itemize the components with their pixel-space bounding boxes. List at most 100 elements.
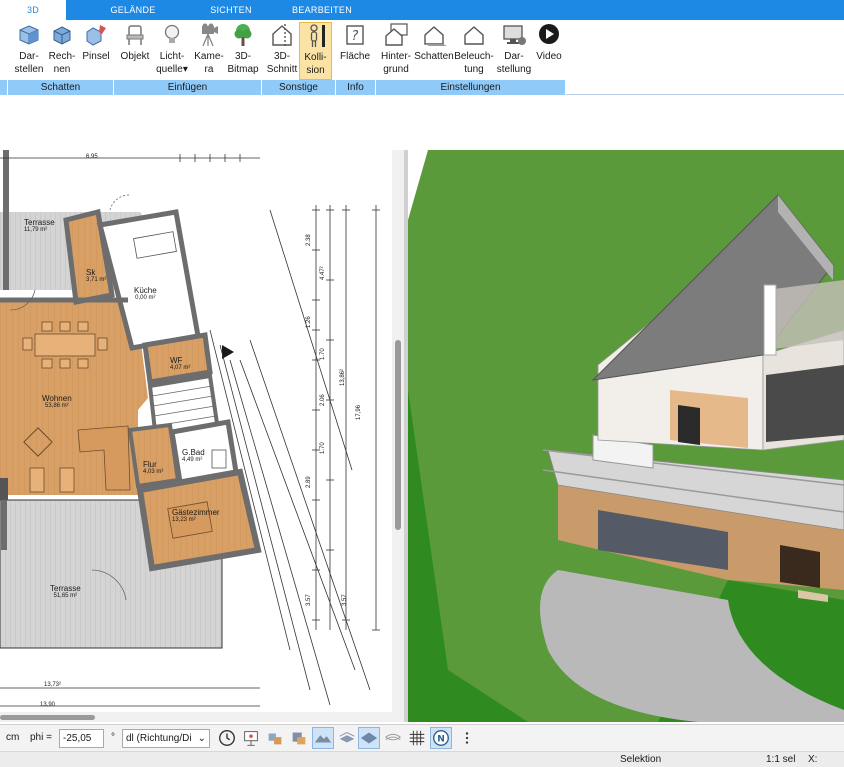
area-info-icon: ? — [346, 25, 364, 45]
dim-chain-1: 4.47² — [320, 266, 326, 280]
schnitt3d-button[interactable]: 3D- Schnitt — [264, 22, 300, 80]
ribbon: Dar- stellen Rech- nen Pinsel Objekt Lic… — [0, 20, 844, 95]
ribbon-tab-bar: 3D GELÄNDE SICHTEN BEARBEITEN — [0, 0, 844, 20]
video-button[interactable]: Video — [534, 22, 564, 80]
beleuchtung-label-2: tung — [464, 64, 484, 75]
materials-button[interactable] — [288, 727, 310, 749]
room-name: Terrasse — [50, 584, 81, 593]
plane-button[interactable] — [358, 727, 380, 749]
group-einfuegen-label: Einfügen — [167, 82, 208, 93]
beleuchtung-label-1: Beleuch- — [454, 51, 494, 62]
dl-select[interactable]: dl (Richtung/Di ⌄ — [122, 729, 210, 748]
lichtquelle-label-1: Licht- — [159, 51, 185, 62]
objects-button[interactable] — [264, 727, 286, 749]
objekt-label: Objekt — [120, 51, 150, 62]
group-einfuegen: Einfügen — [114, 80, 262, 95]
beleuchtung-button[interactable]: Beleuch- tung — [454, 22, 494, 80]
house-shadow-icon — [424, 26, 447, 46]
darstellen-button[interactable]: Dar- stellen — [10, 22, 48, 80]
kamera-button[interactable]: Kame- ra — [192, 22, 226, 80]
room-area: 53,86 m² — [44, 403, 69, 409]
cube-render-icon — [19, 25, 39, 45]
plan-horizontal-scrollbar[interactable] — [0, 712, 404, 722]
dim-chain-6: 2.89 — [306, 476, 312, 488]
plan-vertical-scrollbar[interactable] — [392, 150, 404, 712]
room-area: 13,23 m² — [172, 517, 196, 523]
schatten-button[interactable]: Schatten — [414, 22, 454, 80]
room-area: 0,00 m² — [135, 295, 156, 301]
video-label: Video — [536, 51, 562, 62]
group-einstellungen: Einstellungen — [376, 80, 566, 95]
schnitt3d-label-1: 3D- — [273, 51, 291, 62]
bitmap3d-button[interactable]: 3D- Bitmap — [226, 22, 260, 80]
kamera-label-2: ra — [204, 64, 214, 75]
dropdown-arrow-icon[interactable]: ▾ — [183, 64, 188, 75]
brush-icon — [86, 25, 106, 46]
more-vertical-icon — [465, 732, 469, 744]
scrollbar-thumb[interactable] — [0, 715, 95, 720]
darstellung-button[interactable]: Dar- stellung — [494, 22, 534, 80]
unit-label: cm — [6, 732, 20, 743]
presentation-icon — [244, 731, 258, 746]
degree-label: ° — [111, 732, 115, 743]
room-name: Gästezimmer — [172, 508, 220, 517]
grid-icon — [409, 730, 425, 746]
room-area: 11,79 m² — [24, 227, 48, 233]
dim-chain-5: 1.70 — [320, 442, 326, 454]
room-label-flur: Flur 4,03 m² — [143, 460, 163, 475]
clock-button[interactable] — [216, 727, 238, 749]
tab-3d[interactable]: 3D — [0, 0, 66, 20]
terrain-button[interactable] — [312, 727, 334, 749]
darstellung-label-2: stellung — [496, 64, 532, 75]
room-label-terrasse-top: Terrasse 11,79 m² — [24, 218, 55, 233]
north-button[interactable]: N — [430, 727, 452, 749]
rechnen-label-2: nen — [53, 64, 71, 75]
group-schatten-label: Schatten — [40, 82, 81, 93]
group-bar-left — [0, 80, 8, 95]
dim-chain-4: 2.06 — [320, 394, 326, 406]
dim-chain-0: 2.38 — [306, 234, 312, 246]
room-name: WF — [170, 356, 183, 365]
tab-bearbeiten[interactable]: BEARBEITEN — [282, 0, 362, 20]
rechnen-label-1: Rech- — [48, 51, 76, 62]
objekt-button[interactable]: Objekt — [117, 22, 153, 80]
layers-icon — [339, 732, 355, 743]
hintergrund-button[interactable]: Hinter- grund — [378, 22, 414, 80]
3d-view[interactable] — [408, 150, 844, 722]
group-schatten: Schatten — [8, 80, 114, 95]
pinsel-button[interactable]: Pinsel — [80, 22, 112, 80]
bitmap3d-label-1: 3D- — [234, 51, 252, 62]
rechnen-button[interactable]: Rech- nen — [46, 22, 78, 80]
lichtquelle-label-2: quelle — [156, 64, 183, 75]
group-sonstige-label: Sonstige — [279, 82, 318, 93]
room-name: G.Bad — [182, 448, 205, 457]
house-light-icon — [464, 26, 484, 45]
floor-plan-view[interactable]: Terrasse 11,79 m² Sk 3,71 m² Küche 0,00 … — [0, 150, 392, 712]
house-section-icon — [272, 24, 292, 47]
bitmap3d-label-2: Bitmap — [227, 64, 259, 75]
room-label-gaestezimmer: Gästezimmer 13,23 m² — [172, 508, 220, 523]
room-label-wf: WF 4,07 m² — [170, 356, 190, 371]
kamera-label-1: Kame- — [194, 51, 224, 62]
clock-icon — [219, 730, 235, 746]
flaeche-button[interactable]: ? Fläche — [338, 22, 372, 80]
camera-tripod-icon — [202, 23, 218, 47]
status-x-label: X: — [808, 754, 818, 765]
dim-bottom-1: 13,73² — [44, 682, 62, 688]
scrollbar-thumb[interactable] — [395, 340, 401, 530]
tab-sichten[interactable]: SICHTEN — [196, 0, 266, 20]
more-options-button[interactable] — [456, 727, 478, 749]
layers-button[interactable] — [336, 727, 358, 749]
room-name: Terrasse — [24, 218, 55, 227]
hintergrund-label-2: grund — [383, 64, 409, 75]
dim-chain-2: 1.26 — [306, 316, 312, 328]
dim-bottom-2: 13,90 — [40, 702, 56, 708]
textures-button[interactable] — [382, 727, 404, 749]
grid-button[interactable] — [406, 727, 428, 749]
room-label-gbad: G.Bad 4,49 m² — [182, 448, 205, 463]
tab-gelaende[interactable]: GELÄNDE — [100, 0, 166, 20]
lichtquelle-button[interactable]: Licht- quelle▾ — [153, 22, 191, 80]
presentation-button[interactable] — [240, 727, 262, 749]
phi-input[interactable] — [59, 729, 104, 748]
kollision-button[interactable]: Kolli- sion — [299, 22, 332, 80]
